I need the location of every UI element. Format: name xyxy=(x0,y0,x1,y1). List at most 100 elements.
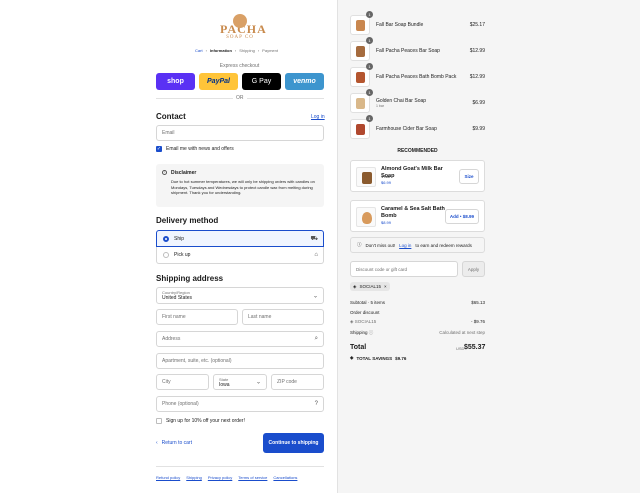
sun-icon xyxy=(225,12,255,28)
zip-placeholder: ZIP code xyxy=(277,379,297,385)
first-name-placeholder: First name xyxy=(162,314,186,320)
refund-policy-link[interactable]: Refund policy xyxy=(156,475,180,480)
last-name-placeholder: Last name xyxy=(248,314,272,320)
discount-code-label: SOCIAL15 xyxy=(354,319,377,324)
checkout-form-panel: PACHA SOAP CO Cart › Information › Shipping ›… xyxy=(0,0,337,493)
store-icon: ⌂ xyxy=(314,252,318,258)
disclaimer-notice: i Disclaimer Due to hot summer temperatu… xyxy=(156,164,324,207)
product-thumbnail xyxy=(350,15,370,35)
bath-bomb-image xyxy=(362,212,372,224)
return-to-cart-link[interactable]: ‹ Return to cart xyxy=(156,440,192,446)
news-checkbox[interactable]: ✓ Email me with news and offers xyxy=(156,146,234,152)
product-thumbnail xyxy=(350,41,370,61)
help-icon[interactable]: ⓘ xyxy=(369,330,374,335)
terms-of-service-link[interactable]: Terms of service xyxy=(238,475,267,480)
google-pay-button[interactable]: G Pay xyxy=(242,73,281,90)
address-placeholder: Address xyxy=(162,336,181,342)
recommended-price: $8.99 xyxy=(381,220,392,225)
chevron-right-icon: › xyxy=(205,48,207,53)
footer-links: Refund policy Shipping Privacy policy Te… xyxy=(156,475,297,480)
truck-icon: ⛟ xyxy=(310,235,318,242)
remove-code-icon[interactable]: × xyxy=(384,284,387,289)
item-price: $6.99 xyxy=(472,100,485,106)
login-link[interactable]: Log in xyxy=(311,114,325,120)
delivery-option-ship[interactable]: Ship ⛟ xyxy=(156,230,324,247)
last-name-field[interactable]: Last name xyxy=(242,309,324,325)
shipping-address-title: Shipping address xyxy=(156,274,224,283)
venmo-button[interactable]: venmo xyxy=(285,73,324,90)
city-field[interactable]: City xyxy=(156,374,209,390)
help-icon[interactable]: ? xyxy=(315,401,318,407)
recommended-name: Almond Goat's Milk Bar Soap xyxy=(381,166,443,179)
discount-value: - $9.76 xyxy=(470,319,485,324)
brand-logo[interactable]: PACHA SOAP CO xyxy=(220,12,266,40)
soap-bar-image xyxy=(362,172,372,184)
tag-icon: ◈ xyxy=(350,355,354,360)
soap-bar-image xyxy=(356,20,365,31)
cart-item: 1 Golden Chai Bar Soap 1 bar $6.99 xyxy=(350,89,487,113)
info-icon: i xyxy=(162,170,167,175)
product-thumbnail xyxy=(356,207,376,227)
state-select[interactable]: State Iowa ⌄ xyxy=(213,374,267,390)
or-label: OR xyxy=(233,95,247,101)
item-name: Fall Bar Soap Bundle xyxy=(376,22,424,28)
first-name-field[interactable]: First name xyxy=(156,309,238,325)
cart-item: 1 Farmhouse Cider Bar Soap $9.99 xyxy=(350,115,487,139)
item-price: $9.99 xyxy=(472,126,485,132)
product-thumbnail xyxy=(350,93,370,113)
discount-code-input[interactable]: Discount code or gift card xyxy=(350,261,458,277)
rewards-banner: ⓘ Don't miss out! Log in to earn and red… xyxy=(350,237,485,253)
ship-label: Ship xyxy=(174,235,185,242)
phone-field[interactable]: Phone (optional) ? xyxy=(156,396,324,412)
search-icon: ⌕ xyxy=(314,335,318,342)
apply-discount-button[interactable]: Apply xyxy=(462,261,485,277)
email-field[interactable]: Email xyxy=(156,125,324,141)
recommended-price: $6.99 xyxy=(381,180,392,185)
shop-pay-button[interactable]: shop xyxy=(156,73,195,90)
chevron-down-icon: ⌄ xyxy=(255,379,261,386)
delivery-title: Delivery method xyxy=(156,216,219,225)
item-price: $12.99 xyxy=(469,48,485,54)
checkbox-empty-icon xyxy=(156,418,162,424)
savings-value: $9.76 xyxy=(395,355,407,361)
order-discount-label: Order discount xyxy=(350,310,380,315)
apartment-field[interactable]: Apartment, suite, etc. (optional) xyxy=(156,353,324,369)
shipping-row: Shipping ⓘ Calculated at next step xyxy=(350,330,485,336)
item-name: Farmhouse Cider Bar Soap xyxy=(376,126,437,132)
zip-field[interactable]: ZIP code xyxy=(271,374,324,390)
recommended-item: Caramel & Sea Salt Bath Bomb $8.99 Add •… xyxy=(350,200,485,232)
size-button[interactable]: Size xyxy=(459,169,479,184)
discount-placeholder: Discount code or gift card xyxy=(356,266,408,272)
continue-to-shipping-button[interactable]: Continue to shipping xyxy=(263,433,324,453)
country-select[interactable]: Country/Region United States ⌄ xyxy=(156,287,324,304)
cancellations-link[interactable]: Cancellations xyxy=(273,475,297,480)
chevron-left-icon: ‹ xyxy=(156,440,158,446)
delivery-option-pickup[interactable]: Pick up ⌂ xyxy=(156,247,324,264)
rewards-text: Don't miss out! xyxy=(365,242,396,248)
state-value: Iowa xyxy=(219,381,230,388)
item-price: $12.99 xyxy=(469,74,485,80)
shipping-policy-link[interactable]: Shipping xyxy=(186,475,202,480)
signup-checkbox[interactable]: Sign up for 10% off your next order! xyxy=(156,418,245,424)
tag-icon: ◈ xyxy=(353,283,357,289)
cart-item: 1 Fall Pacha Peaces Bath Bomb Pack $12.9… xyxy=(350,63,487,87)
quantity-badge: 1 xyxy=(366,115,373,122)
return-to-cart-label: Return to cart xyxy=(161,440,192,446)
product-thumbnail xyxy=(350,119,370,139)
or-divider: OR xyxy=(156,95,324,101)
radio-unselected-icon xyxy=(163,252,169,258)
country-value: United States xyxy=(162,295,193,301)
total-label: Total xyxy=(350,344,367,351)
add-to-cart-button[interactable]: Add • $8.99 xyxy=(444,209,479,224)
disclaimer-body: Due to hot summer temperatures, we will … xyxy=(171,179,315,196)
news-label: Email me with news and offers xyxy=(166,146,234,152)
footer-divider xyxy=(156,466,324,467)
item-name: Fall Pacha Peaces Bath Bomb Pack xyxy=(376,74,457,80)
paypal-button[interactable]: PayPal xyxy=(199,73,238,90)
breadcrumb-cart[interactable]: Cart xyxy=(195,48,203,53)
privacy-policy-link[interactable]: Privacy policy xyxy=(208,475,232,480)
breadcrumb-information: Information xyxy=(209,48,232,53)
address-field[interactable]: Address ⌕ xyxy=(156,331,324,347)
applied-code: SOCIAL15 xyxy=(359,284,381,289)
rewards-login-link[interactable]: Log in xyxy=(399,243,411,248)
